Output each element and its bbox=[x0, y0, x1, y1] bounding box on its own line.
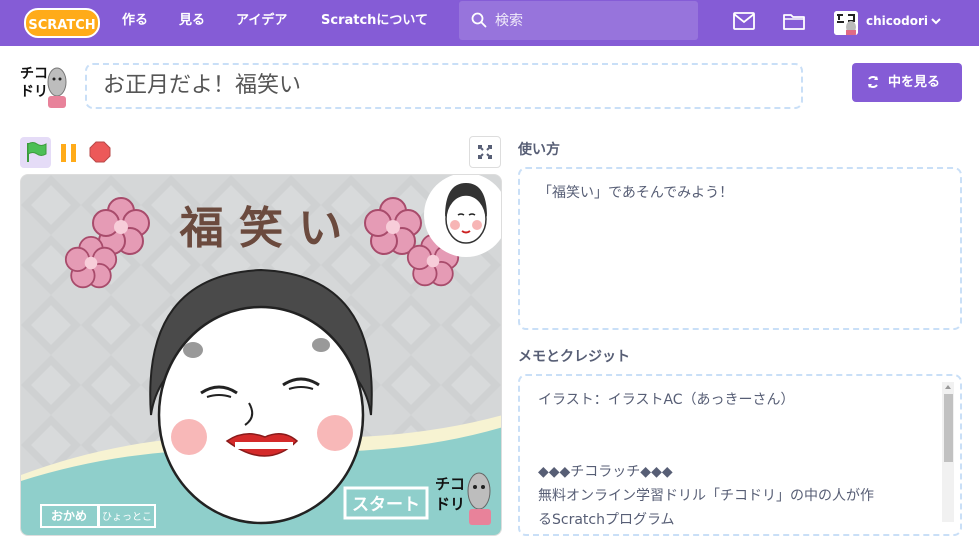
start-label: スタート bbox=[352, 495, 420, 515]
okame-face[interactable] bbox=[149, 268, 373, 525]
notes-line: るScratchプログラム bbox=[538, 512, 675, 528]
svg-text:チコ: チコ bbox=[20, 66, 48, 82]
top-nav: SCRATCH 作る 見る アイデア Scratchについて chicodori bbox=[0, 0, 979, 46]
svg-text:チコ: チコ bbox=[435, 475, 465, 493]
tab-hyottoko[interactable]: ひょっとこ bbox=[98, 504, 156, 528]
messages-icon[interactable] bbox=[733, 12, 755, 30]
tab-okame-label: おかめ bbox=[51, 509, 87, 523]
notes-line: イラスト：イラストAC（あっきーさん） bbox=[538, 392, 795, 408]
remix-arrows-icon bbox=[868, 76, 878, 88]
tab-okame[interactable]: おかめ bbox=[40, 504, 99, 528]
see-inside-label: 中を見る bbox=[888, 75, 941, 90]
pause-button[interactable] bbox=[59, 143, 79, 163]
notes-heading: メモとクレジット bbox=[518, 349, 630, 365]
notes-textarea[interactable]: イラスト：イラストAC（あっきーさん） ◆◆◆チコラッチ◆◆◆ 無料オンライン学… bbox=[518, 374, 962, 536]
svg-text:ドリ: ドリ bbox=[435, 495, 465, 513]
search-box[interactable] bbox=[459, 1, 698, 40]
stage-heading: 福 笑 い bbox=[179, 203, 343, 254]
start-button[interactable]: スタート bbox=[343, 486, 429, 520]
fullscreen-icon bbox=[478, 145, 492, 159]
green-flag-button[interactable] bbox=[20, 137, 51, 168]
search-input[interactable] bbox=[495, 1, 690, 40]
search-icon bbox=[471, 12, 487, 28]
instructions-textarea[interactable]: 「福笑い」であそんでみよう！ bbox=[518, 167, 962, 330]
project-author-avatar[interactable]: チコ ドリ bbox=[18, 62, 70, 110]
nav-link-ideas[interactable]: アイデア bbox=[236, 0, 287, 46]
notes-spacer bbox=[538, 412, 934, 460]
scroll-up-icon[interactable] bbox=[942, 382, 954, 392]
nav-link-create[interactable]: 作る bbox=[122, 0, 148, 46]
project-title-input[interactable]: お正月だよ！福笑い bbox=[85, 63, 803, 109]
chevron-down-icon[interactable] bbox=[930, 16, 942, 26]
fullscreen-button[interactable] bbox=[469, 136, 501, 168]
notes-line: 無料オンライン学習ドリル「チコドリ」の中の人が作 bbox=[538, 488, 874, 504]
tab-hyottoko-label: ひょっとこ bbox=[102, 511, 152, 523]
my-stuff-folder-icon[interactable] bbox=[783, 12, 805, 30]
instructions-text: 「福笑い」であそんでみよう！ bbox=[538, 185, 734, 201]
notes-scroll-thumb[interactable] bbox=[944, 394, 953, 462]
see-inside-button[interactable]: 中を見る bbox=[852, 63, 962, 102]
stop-button[interactable] bbox=[89, 141, 111, 163]
username[interactable]: chicodori bbox=[866, 0, 928, 46]
project-stage[interactable]: 福 笑 い スタート おかめ ひょっとこ チコ ドリ bbox=[20, 174, 502, 536]
scratch-logo[interactable]: SCRATCH bbox=[24, 8, 100, 38]
logo-text: SCRATCH bbox=[28, 18, 95, 33]
instructions-heading: 使い方 bbox=[518, 142, 560, 158]
nav-link-explore[interactable]: 見る bbox=[179, 0, 205, 46]
green-flag-icon bbox=[27, 142, 47, 162]
notes-line: ◆◆◆チコラッチ◆◆◆ bbox=[538, 464, 673, 480]
nav-link-about[interactable]: Scratchについて bbox=[321, 0, 428, 46]
notes-scrollbar[interactable] bbox=[942, 382, 954, 522]
svg-text:ドリ: ドリ bbox=[20, 84, 48, 100]
user-avatar[interactable] bbox=[834, 11, 858, 35]
